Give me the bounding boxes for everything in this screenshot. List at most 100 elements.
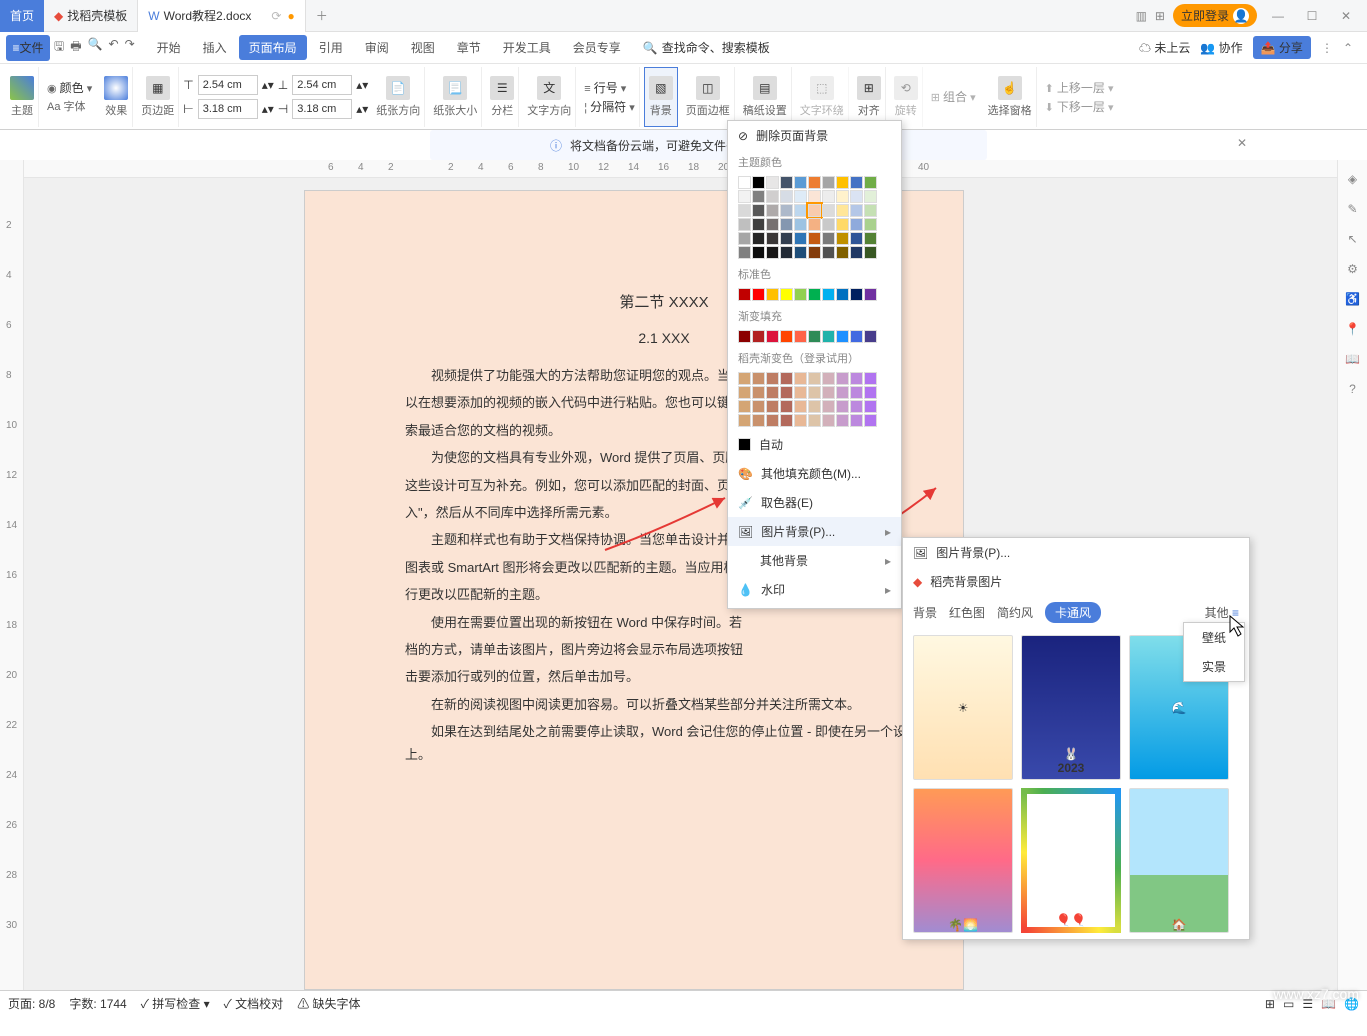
tool-cursor-icon[interactable]: ↖	[1347, 232, 1357, 246]
layout-icon[interactable]: ▥	[1136, 9, 1147, 23]
color-swatch[interactable]	[738, 246, 751, 259]
color-swatch[interactable]	[752, 386, 765, 399]
color-swatch[interactable]	[738, 288, 751, 301]
color-swatch[interactable]	[766, 190, 779, 203]
color-swatch[interactable]	[752, 218, 765, 231]
color-swatch[interactable]	[794, 232, 807, 245]
color-swatch[interactable]	[822, 218, 835, 231]
cat-more[interactable]: 其他 ≡	[1205, 604, 1239, 621]
color-swatch[interactable]	[808, 190, 821, 203]
color-swatch[interactable]	[808, 232, 821, 245]
cat-simple[interactable]: 简约风	[997, 604, 1033, 621]
color-swatch[interactable]	[780, 400, 793, 413]
color-swatch[interactable]	[850, 386, 863, 399]
ribbon-border[interactable]: ◫页面边框	[682, 67, 735, 127]
bg-thumb[interactable]: 🎈🎈	[1021, 788, 1121, 933]
color-swatch[interactable]	[752, 372, 765, 385]
search-command[interactable]: 🔍 查找命令、搜索模板	[643, 39, 770, 56]
color-swatch[interactable]	[864, 400, 877, 413]
color-swatch[interactable]	[808, 246, 821, 259]
color-swatch[interactable]	[766, 386, 779, 399]
color-swatch[interactable]	[794, 372, 807, 385]
color-swatch[interactable]	[780, 190, 793, 203]
status-page[interactable]: 页面: 8/8	[8, 995, 55, 1012]
tab-document[interactable]: W Word教程2.docx ⟳ ●	[138, 0, 305, 32]
tool-diamond-icon[interactable]: ◈	[1348, 172, 1357, 186]
other-real[interactable]: 实景	[1184, 652, 1244, 681]
color-swatch[interactable]	[864, 204, 877, 217]
color-swatch[interactable]	[738, 414, 751, 427]
color-swatch[interactable]	[808, 288, 821, 301]
minimize-button[interactable]: —	[1265, 3, 1291, 29]
color-swatch[interactable]	[738, 330, 751, 343]
ribbon-wrap[interactable]: ⬚文字环绕	[796, 67, 849, 127]
margin-top-input[interactable]	[198, 75, 258, 95]
dd-picker[interactable]: 💉取色器(E)	[728, 488, 901, 517]
tool-brush-icon[interactable]: ✎	[1347, 202, 1357, 216]
ribbon-rotate[interactable]: ⟲旋转	[890, 67, 923, 127]
color-swatch[interactable]	[850, 176, 863, 189]
color-swatch[interactable]	[850, 288, 863, 301]
color-swatch[interactable]	[780, 246, 793, 259]
tool-location-icon[interactable]: 📍	[1345, 322, 1360, 336]
ribbon-paper[interactable]: ▤稿纸设置	[739, 67, 792, 127]
color-swatch[interactable]	[864, 386, 877, 399]
tab-insert[interactable]: 插入	[193, 35, 237, 60]
coop-button[interactable]: 👥 协作	[1200, 39, 1242, 56]
color-swatch[interactable]	[808, 204, 821, 217]
backup-close[interactable]: ✕	[1237, 136, 1247, 150]
bg-thumb[interactable]: ☀	[913, 635, 1013, 780]
color-swatch[interactable]	[766, 400, 779, 413]
color-swatch[interactable]	[822, 386, 835, 399]
color-swatch[interactable]	[850, 400, 863, 413]
color-swatch[interactable]	[780, 218, 793, 231]
tool-help-icon[interactable]: ?	[1349, 382, 1356, 396]
qa-print-icon[interactable]: 🖶	[70, 37, 81, 58]
margin-left-input[interactable]	[198, 99, 258, 119]
tab-member[interactable]: 会员专享	[563, 35, 631, 60]
color-swatch[interactable]	[836, 218, 849, 231]
tab-sync-icon[interactable]: ⟳	[271, 9, 281, 23]
ribbon-textdir[interactable]: 文文字方向	[523, 67, 576, 127]
color-swatch[interactable]	[738, 386, 751, 399]
tab-new[interactable]: ＋	[306, 7, 338, 24]
color-swatch[interactable]	[864, 218, 877, 231]
color-swatch[interactable]	[864, 190, 877, 203]
share-button[interactable]: 📤 分享	[1253, 36, 1311, 59]
ribbon-pagesize[interactable]: 📃纸张大小	[429, 67, 482, 127]
close-button[interactable]: ✕	[1333, 3, 1359, 29]
color-swatch[interactable]	[752, 288, 765, 301]
color-swatch[interactable]	[822, 288, 835, 301]
ribbon-selpane[interactable]: ☝选择窗格	[984, 67, 1037, 127]
ribbon-bg[interactable]: ▧背景	[644, 67, 678, 127]
dd-auto[interactable]: 自动	[728, 430, 901, 459]
color-swatch[interactable]	[822, 232, 835, 245]
tab-template[interactable]: ◆ 找稻壳模板	[44, 0, 138, 32]
ribbon-down[interactable]: ⬇ 下移一层 ▾	[1045, 98, 1114, 115]
color-swatch[interactable]	[836, 288, 849, 301]
ribbon-effect[interactable]: 效果	[100, 67, 133, 127]
color-swatch[interactable]	[752, 414, 765, 427]
color-swatch[interactable]	[822, 372, 835, 385]
file-menu[interactable]: ≡ 文件	[6, 35, 50, 61]
cloud-status[interactable]: ☁ 未上云	[1139, 39, 1190, 56]
color-swatch[interactable]	[766, 176, 779, 189]
dd-other-bg[interactable]: 其他背景▸	[728, 546, 901, 575]
color-swatch[interactable]	[822, 204, 835, 217]
color-swatch[interactable]	[780, 330, 793, 343]
bg-thumb[interactable]: 🐰2023	[1021, 635, 1121, 780]
more-icon[interactable]: ⋮	[1321, 41, 1333, 55]
ribbon-align[interactable]: ⊞对齐	[853, 67, 886, 127]
apps-icon[interactable]: ⊞	[1155, 9, 1165, 23]
color-swatch[interactable]	[850, 232, 863, 245]
color-swatch[interactable]	[766, 204, 779, 217]
color-swatch[interactable]	[864, 232, 877, 245]
other-wallpaper[interactable]: 壁纸	[1184, 623, 1244, 652]
color-swatch[interactable]	[850, 190, 863, 203]
color-swatch[interactable]	[850, 414, 863, 427]
tab-pagelayout[interactable]: 页面布局	[239, 35, 307, 60]
ribbon-linenum[interactable]: ≡ 行号 ▾	[584, 79, 626, 96]
color-swatch[interactable]	[794, 386, 807, 399]
ribbon-pagedir[interactable]: 📄纸张方向	[372, 67, 425, 127]
color-swatch[interactable]	[836, 176, 849, 189]
